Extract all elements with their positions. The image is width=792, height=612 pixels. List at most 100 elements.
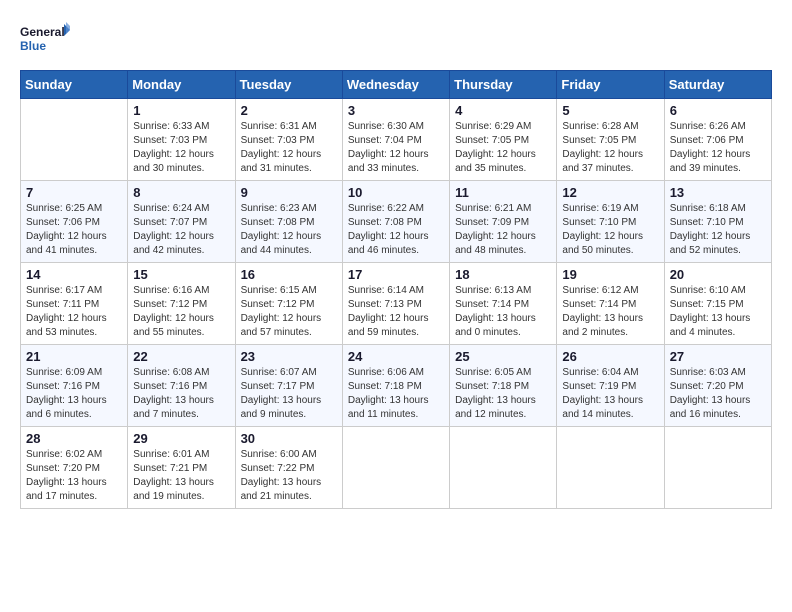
day-number: 13 xyxy=(670,185,766,200)
day-cell: 19 Sunrise: 6:12 AMSunset: 7:14 PMDayligh… xyxy=(557,263,664,345)
day-cell: 1 Sunrise: 6:33 AMSunset: 7:03 PMDaylight… xyxy=(128,99,235,181)
day-number: 30 xyxy=(241,431,337,446)
day-info: Sunrise: 6:00 AMSunset: 7:22 PMDaylight:… xyxy=(241,448,337,504)
day-info: Sunrise: 6:05 AMSunset: 7:18 PMDaylight:… xyxy=(455,366,551,422)
day-cell xyxy=(450,427,557,509)
day-number: 21 xyxy=(26,349,122,364)
day-cell: 5 Sunrise: 6:28 AMSunset: 7:05 PMDaylight… xyxy=(557,99,664,181)
day-cell: 11Sunrise: 6:21 AMSunset: 7:09 PMDayligh… xyxy=(450,181,557,263)
day-cell: 12 Sunrise: 6:19 AMSunset: 7:10 PMDayligh… xyxy=(557,181,664,263)
day-number: 29 xyxy=(133,431,229,446)
day-cell: 14 Sunrise: 6:17 AMSunset: 7:11 PMDayligh… xyxy=(21,263,128,345)
day-cell: 3 Sunrise: 6:30 AMSunset: 7:04 PMDaylight… xyxy=(342,99,449,181)
day-cell: 27 Sunrise: 6:03 AMSunset: 7:20 PMDayligh… xyxy=(664,345,771,427)
day-number: 26 xyxy=(562,349,658,364)
week-row-3: 14 Sunrise: 6:17 AMSunset: 7:11 PMDayligh… xyxy=(21,263,772,345)
day-info: Sunrise: 6:16 AMSunset: 7:12 PMDaylight:… xyxy=(133,284,229,340)
day-number: 1 xyxy=(133,103,229,118)
day-info: Sunrise: 6:29 AMSunset: 7:05 PMDaylight:… xyxy=(455,120,551,176)
day-cell: 7 Sunrise: 6:25 AMSunset: 7:06 PMDaylight… xyxy=(21,181,128,263)
day-number: 7 xyxy=(26,185,122,200)
day-cell: 23 Sunrise: 6:07 AMSunset: 7:17 PMDayligh… xyxy=(235,345,342,427)
logo: General Blue xyxy=(20,20,70,60)
day-cell: 26 Sunrise: 6:04 AMSunset: 7:19 PMDayligh… xyxy=(557,345,664,427)
day-number: 11 xyxy=(455,185,551,200)
day-cell: 22 Sunrise: 6:08 AMSunset: 7:16 PMDayligh… xyxy=(128,345,235,427)
page-header: General Blue xyxy=(20,20,772,60)
day-info: Sunrise: 6:04 AMSunset: 7:19 PMDaylight:… xyxy=(562,366,658,422)
col-header-thursday: Thursday xyxy=(450,71,557,99)
day-info: Sunrise: 6:23 AMSunset: 7:08 PMDaylight:… xyxy=(241,202,337,258)
day-cell: 17Sunrise: 6:14 AMSunset: 7:13 PMDayligh… xyxy=(342,263,449,345)
day-info: Sunrise: 6:26 AMSunset: 7:06 PMDaylight:… xyxy=(670,120,766,176)
day-number: 10 xyxy=(348,185,444,200)
day-info: Sunrise: 6:17 AMSunset: 7:11 PMDaylight:… xyxy=(26,284,122,340)
day-cell: 9 Sunrise: 6:23 AMSunset: 7:08 PMDaylight… xyxy=(235,181,342,263)
day-info: Sunrise: 6:22 AMSunset: 7:08 PMDaylight:… xyxy=(348,202,444,258)
day-info: Sunrise: 6:03 AMSunset: 7:20 PMDaylight:… xyxy=(670,366,766,422)
day-cell: 29Sunrise: 6:01 AMSunset: 7:21 PMDayligh… xyxy=(128,427,235,509)
day-number: 14 xyxy=(26,267,122,282)
day-cell xyxy=(664,427,771,509)
day-number: 27 xyxy=(670,349,766,364)
day-number: 20 xyxy=(670,267,766,282)
day-cell: 13 Sunrise: 6:18 AMSunset: 7:10 PMDayligh… xyxy=(664,181,771,263)
day-cell: 20 Sunrise: 6:10 AMSunset: 7:15 PMDayligh… xyxy=(664,263,771,345)
day-cell xyxy=(342,427,449,509)
logo-svg: General Blue xyxy=(20,20,70,60)
day-cell: 6 Sunrise: 6:26 AMSunset: 7:06 PMDaylight… xyxy=(664,99,771,181)
day-info: Sunrise: 6:33 AMSunset: 7:03 PMDaylight:… xyxy=(133,120,229,176)
col-header-monday: Monday xyxy=(128,71,235,99)
week-row-2: 7 Sunrise: 6:25 AMSunset: 7:06 PMDaylight… xyxy=(21,181,772,263)
day-cell: 24 Sunrise: 6:06 AMSunset: 7:18 PMDayligh… xyxy=(342,345,449,427)
svg-text:Blue: Blue xyxy=(20,39,46,53)
day-cell xyxy=(21,99,128,181)
day-number: 22 xyxy=(133,349,229,364)
day-info: Sunrise: 6:08 AMSunset: 7:16 PMDaylight:… xyxy=(133,366,229,422)
day-info: Sunrise: 6:14 AMSunset: 7:13 PMDaylight:… xyxy=(348,284,444,340)
day-info: Sunrise: 6:28 AMSunset: 7:05 PMDaylight:… xyxy=(562,120,658,176)
col-header-wednesday: Wednesday xyxy=(342,71,449,99)
day-info: Sunrise: 6:13 AMSunset: 7:14 PMDaylight:… xyxy=(455,284,551,340)
week-row-5: 28Sunrise: 6:02 AMSunset: 7:20 PMDayligh… xyxy=(21,427,772,509)
day-number: 12 xyxy=(562,185,658,200)
day-info: Sunrise: 6:06 AMSunset: 7:18 PMDaylight:… xyxy=(348,366,444,422)
svg-text:General: General xyxy=(20,25,65,39)
calendar-table: SundayMondayTuesdayWednesdayThursdayFrid… xyxy=(20,70,772,509)
day-info: Sunrise: 6:09 AMSunset: 7:16 PMDaylight:… xyxy=(26,366,122,422)
day-cell: 21 Sunrise: 6:09 AMSunset: 7:16 PMDayligh… xyxy=(21,345,128,427)
day-number: 24 xyxy=(348,349,444,364)
day-cell: 25 Sunrise: 6:05 AMSunset: 7:18 PMDayligh… xyxy=(450,345,557,427)
day-cell xyxy=(557,427,664,509)
day-number: 23 xyxy=(241,349,337,364)
day-number: 15 xyxy=(133,267,229,282)
day-cell: 18 Sunrise: 6:13 AMSunset: 7:14 PMDayligh… xyxy=(450,263,557,345)
day-info: Sunrise: 6:10 AMSunset: 7:15 PMDaylight:… xyxy=(670,284,766,340)
day-number: 9 xyxy=(241,185,337,200)
day-number: 6 xyxy=(670,103,766,118)
day-number: 5 xyxy=(562,103,658,118)
day-number: 16 xyxy=(241,267,337,282)
day-info: Sunrise: 6:31 AMSunset: 7:03 PMDaylight:… xyxy=(241,120,337,176)
day-number: 4 xyxy=(455,103,551,118)
day-info: Sunrise: 6:12 AMSunset: 7:14 PMDaylight:… xyxy=(562,284,658,340)
day-info: Sunrise: 6:18 AMSunset: 7:10 PMDaylight:… xyxy=(670,202,766,258)
header-row: SundayMondayTuesdayWednesdayThursdayFrid… xyxy=(21,71,772,99)
day-number: 25 xyxy=(455,349,551,364)
day-number: 19 xyxy=(562,267,658,282)
day-info: Sunrise: 6:30 AMSunset: 7:04 PMDaylight:… xyxy=(348,120,444,176)
col-header-saturday: Saturday xyxy=(664,71,771,99)
day-cell: 4 Sunrise: 6:29 AMSunset: 7:05 PMDaylight… xyxy=(450,99,557,181)
day-cell: 15 Sunrise: 6:16 AMSunset: 7:12 PMDayligh… xyxy=(128,263,235,345)
day-info: Sunrise: 6:07 AMSunset: 7:17 PMDaylight:… xyxy=(241,366,337,422)
day-number: 28 xyxy=(26,431,122,446)
day-number: 8 xyxy=(133,185,229,200)
day-info: Sunrise: 6:19 AMSunset: 7:10 PMDaylight:… xyxy=(562,202,658,258)
day-info: Sunrise: 6:25 AMSunset: 7:06 PMDaylight:… xyxy=(26,202,122,258)
day-info: Sunrise: 6:15 AMSunset: 7:12 PMDaylight:… xyxy=(241,284,337,340)
day-cell: 16 Sunrise: 6:15 AMSunset: 7:12 PMDayligh… xyxy=(235,263,342,345)
week-row-4: 21 Sunrise: 6:09 AMSunset: 7:16 PMDayligh… xyxy=(21,345,772,427)
day-cell: 8Sunrise: 6:24 AMSunset: 7:07 PMDaylight… xyxy=(128,181,235,263)
day-number: 18 xyxy=(455,267,551,282)
day-number: 3 xyxy=(348,103,444,118)
